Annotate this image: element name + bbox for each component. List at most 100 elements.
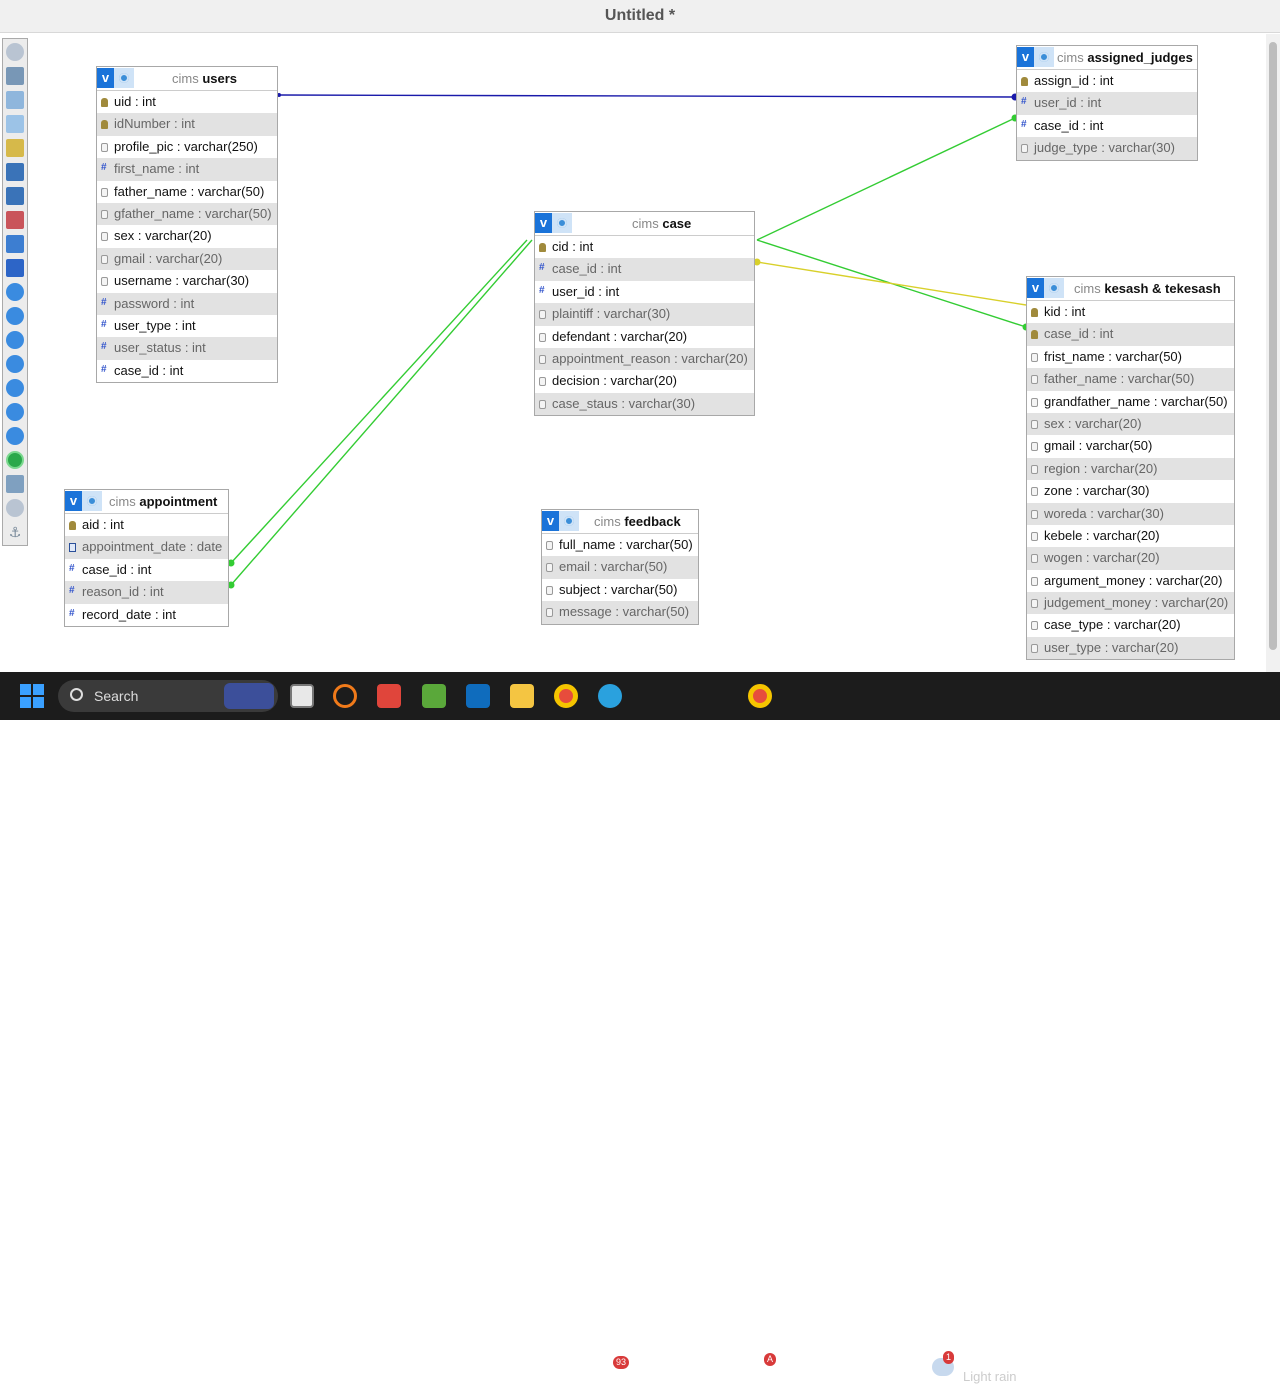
table-column-row[interactable]: full_name : varchar(50) [542, 534, 698, 556]
table-column-row[interactable]: gmail : varchar(20) [97, 247, 277, 271]
table-settings-icon[interactable] [559, 511, 579, 531]
toggle-columns-icon[interactable]: v [97, 68, 114, 88]
table-column-row[interactable]: # case_id : int [1017, 115, 1197, 137]
table-header[interactable]: v cims users [97, 67, 277, 91]
table-column-row[interactable]: gfather_name : varchar(50) [97, 202, 277, 226]
build-pdf-icon[interactable] [6, 403, 24, 421]
toggle-columns-icon[interactable]: v [1027, 278, 1044, 298]
table-column-row[interactable]: uid : int [97, 91, 277, 113]
table-column-row[interactable]: argument_money : varchar(20) [1027, 570, 1234, 592]
table-column-row[interactable]: username : varchar(30) [97, 270, 277, 292]
table-column-row[interactable]: plaintiff : varchar(30) [535, 303, 754, 326]
clock-time[interactable]: 7:19 PM [1218, 1353, 1263, 1367]
relation-case-assigned-judges[interactable] [756, 117, 1016, 241]
save-as-icon[interactable] [6, 187, 24, 205]
table-column-row[interactable]: frist_name : varchar(50) [1027, 346, 1234, 368]
show-hidden-icons-icon[interactable]: ^ [1094, 1358, 1101, 1374]
outlook-icon[interactable] [466, 684, 490, 708]
vertical-scrollbar[interactable] [1266, 34, 1280, 672]
relation-case-kesash-case-id[interactable] [756, 261, 1027, 306]
table-column-row[interactable]: sex : varchar(20) [97, 225, 277, 247]
table-column-row[interactable]: appointment_date : date [65, 536, 228, 559]
table-column-row[interactable]: # user_id : int [535, 281, 754, 303]
anchor-icon[interactable]: ⚓ [6, 523, 24, 541]
table-appointment[interactable]: v cims appointment aid : int appointment_… [64, 489, 229, 627]
table-feedback[interactable]: v cims feedback full_name : varchar(50) e… [541, 509, 699, 625]
table-settings-icon[interactable] [114, 68, 134, 88]
toggle-columns-icon[interactable]: v [542, 511, 559, 531]
table-column-row[interactable]: wogen : varchar(20) [1027, 547, 1234, 570]
table-settings-icon[interactable] [1034, 47, 1054, 67]
table-column-row[interactable]: idNumber : int [97, 113, 277, 136]
table-column-row[interactable]: grandfather_name : varchar(50) [1027, 391, 1234, 413]
new-page-icon[interactable] [6, 115, 24, 133]
table-header[interactable]: v cims case [535, 212, 754, 236]
table-column-row[interactable]: assign_id : int [1017, 70, 1197, 92]
table-column-row[interactable]: decision : varchar(20) [535, 370, 754, 392]
weather-temperature[interactable]: 74°F [963, 1353, 991, 1368]
battery-icon[interactable] [1172, 1360, 1188, 1370]
table-column-row[interactable]: email : varchar(50) [542, 556, 698, 579]
table-column-row[interactable]: message : varchar(50) [542, 601, 698, 624]
chrome-window-icon[interactable] [748, 684, 772, 708]
toggle-relation-lines-icon[interactable] [6, 379, 24, 397]
table-column-row[interactable]: case_id : int [1027, 323, 1234, 346]
create-relation-icon[interactable] [6, 259, 24, 277]
table-column-row[interactable]: # user_id : int [1017, 92, 1197, 115]
snap-to-grid-icon[interactable] [6, 307, 24, 325]
pin-text-icon[interactable] [6, 451, 24, 469]
chrome-window-label[interactable]: localhost / MySQL / cim [779, 1361, 915, 1376]
table-assigned-judges[interactable]: v cims assigned_judges assign_id : int # u… [1016, 45, 1198, 161]
table-column-row[interactable]: subject : varchar(50) [542, 579, 698, 601]
help-icon[interactable] [6, 331, 24, 349]
table-column-row[interactable]: # first_name : int [97, 158, 277, 181]
table-settings-icon[interactable] [1044, 278, 1064, 298]
edit-page-icon[interactable] [6, 139, 24, 157]
table-settings-icon[interactable] [82, 491, 102, 511]
table-column-row[interactable]: case_staus : varchar(30) [535, 392, 754, 416]
toggle-menu-icon[interactable] [6, 43, 24, 61]
table-column-row[interactable]: zone : varchar(30) [1027, 480, 1234, 502]
clock-date[interactable]: 3/23/2025 [1205, 1370, 1258, 1384]
table-header[interactable]: v cims feedback [542, 510, 698, 534]
table-settings-icon[interactable] [552, 213, 572, 233]
toggle-columns-icon[interactable]: v [1017, 47, 1034, 67]
collapse-icon[interactable] [6, 499, 24, 517]
table-column-row[interactable]: father_name : varchar(50) [1027, 368, 1234, 391]
table-column-row[interactable]: defendant : varchar(20) [535, 326, 754, 348]
table-kesash-tekesash[interactable]: v cims kesash & tekesash kid : int case_i… [1026, 276, 1235, 661]
table-column-row[interactable]: # case_id : int [97, 360, 277, 382]
telegram-icon[interactable] [598, 684, 622, 708]
table-header[interactable]: v cims kesash & tekesash [1027, 277, 1234, 301]
small-big-icon[interactable] [6, 355, 24, 373]
table-column-row[interactable]: profile_pic : varchar(250) [97, 136, 277, 158]
search-app-icon[interactable] [333, 684, 357, 708]
file-explorer-icon[interactable] [510, 684, 534, 708]
table-column-row[interactable]: kebele : varchar(20) [1027, 525, 1234, 547]
export-icon[interactable] [6, 235, 24, 253]
wifi-icon[interactable]: ≋ [1124, 1359, 1136, 1376]
relation-users-assigned-judges[interactable] [278, 94, 1016, 98]
move-menu-icon[interactable] [6, 427, 24, 445]
fullscreen-icon[interactable] [6, 67, 24, 85]
table-column-row[interactable]: # case_id : int [535, 258, 754, 281]
table-column-row[interactable]: judge_type : varchar(30) [1017, 137, 1197, 160]
table-users[interactable]: v cims users uid : int idNumber : int prof… [96, 66, 278, 384]
toggle-columns-icon[interactable]: v [535, 213, 552, 233]
table-header[interactable]: v cims appointment [65, 490, 228, 514]
telegram-window-label[interactable]: ATD @ ÃB (27393) [629, 1361, 740, 1376]
toggle-columns-icon[interactable]: v [65, 491, 82, 511]
table-column-row[interactable]: gmail : varchar(50) [1027, 435, 1234, 457]
taskbar-search[interactable]: Search [58, 680, 278, 712]
table-column-row[interactable]: judgement_money : varchar(20) [1027, 592, 1234, 615]
table-column-row[interactable]: case_type : varchar(20) [1027, 614, 1234, 636]
table-column-row[interactable]: # user_status : int [97, 337, 277, 360]
microsoft-store-icon[interactable] [377, 684, 401, 708]
start-button[interactable] [20, 684, 44, 708]
table-column-row[interactable]: # case_id : int [65, 559, 228, 581]
table-column-row[interactable]: # password : int [97, 292, 277, 315]
table-column-row[interactable]: user_type : varchar(20) [1027, 636, 1234, 660]
table-column-row[interactable]: # user_type : int [97, 315, 277, 337]
table-column-row[interactable]: kid : int [1027, 301, 1234, 323]
table-column-row[interactable]: aid : int [65, 514, 228, 536]
